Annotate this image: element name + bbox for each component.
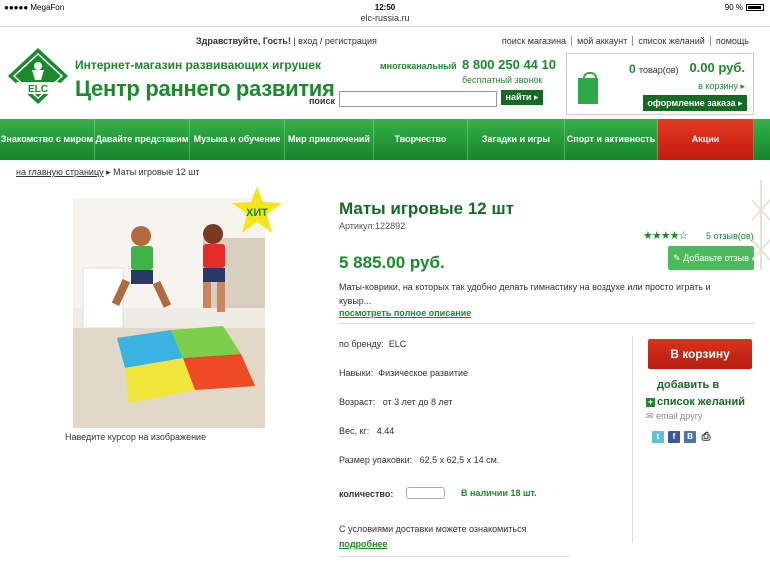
clock: 12:50 bbox=[374, 3, 396, 12]
site-slogan: Интернет-магазин развивающих игрушек bbox=[75, 58, 321, 72]
add-review-button[interactable]: ✎ Добавьте отзыв bbox=[668, 246, 754, 270]
search-button[interactable]: найти ▸ bbox=[501, 90, 543, 105]
nav-label: Давайте представим bbox=[95, 134, 189, 144]
vk-icon[interactable]: B bbox=[684, 431, 696, 443]
divider bbox=[339, 323, 755, 324]
hit-badge-text: ХИТ bbox=[246, 207, 268, 219]
delivery-info: С условиями доставки можете ознакомиться bbox=[339, 524, 527, 534]
attr-value: 62,5 х 62,5 х 14 см. bbox=[419, 455, 500, 465]
product-title: Маты игровые 12 шт bbox=[339, 199, 514, 218]
address-bar[interactable]: elc-russia.ru bbox=[0, 13, 770, 27]
utility-links: поиск магазина мой аккаунт список желаний п… bbox=[496, 36, 754, 46]
attr-label: Размер упаковки: bbox=[339, 455, 413, 465]
battery-indicator: 90 % bbox=[725, 3, 764, 12]
stock-status: В наличии 18 шт. bbox=[461, 488, 537, 498]
product-price: 5 885.00 руб. bbox=[339, 253, 445, 272]
attr-value: 4.44 bbox=[376, 426, 395, 436]
plus-icon: + bbox=[646, 397, 655, 407]
twitter-icon[interactable]: t bbox=[652, 431, 664, 443]
checkout-button[interactable]: оформление заказа ▸ bbox=[643, 95, 747, 111]
decorative-snowflake-icon bbox=[752, 180, 770, 270]
full-description-link[interactable]: посмотреть полное описание bbox=[339, 308, 471, 318]
nav-item-sport[interactable]: Спорт и активность bbox=[565, 119, 658, 160]
nav-label: Спорт и активность bbox=[566, 134, 656, 144]
nav-label: Творчество bbox=[394, 134, 447, 144]
search-label: поиск bbox=[309, 96, 335, 106]
reviews-link[interactable]: 5 отзыв(ов) bbox=[706, 231, 754, 241]
brand-name[interactable]: Центр раннего развития bbox=[75, 76, 335, 102]
cart-count-unit: товар(ов) bbox=[639, 65, 679, 75]
divider bbox=[339, 556, 569, 557]
quantity-input[interactable] bbox=[406, 487, 445, 499]
elc-logo[interactable]: ELC bbox=[6, 46, 70, 106]
attr-value: ELC bbox=[388, 339, 407, 349]
login-link[interactable]: вход / регистрация bbox=[298, 36, 377, 46]
product-sku: Артикул:122892 bbox=[339, 221, 406, 231]
mini-cart: 0 товар(ов) 0.00 руб. в корзину ▸ оформл… bbox=[566, 53, 754, 115]
battery-icon bbox=[746, 4, 764, 12]
add-to-wishlist-link[interactable]: +добавить в список желаний bbox=[646, 377, 757, 411]
cart-count-number: 0 bbox=[629, 62, 636, 76]
nav-label: Акции bbox=[691, 134, 720, 144]
print-icon[interactable]: ⎙ bbox=[700, 431, 712, 443]
free-call-label: бесплатный звонок bbox=[462, 75, 543, 85]
nav-label: Музыка и обучение bbox=[193, 134, 281, 144]
attribute-package-size: Размер упаковки: 62,5 х 62,5 х 14 см. bbox=[339, 455, 499, 465]
shopping-bag-icon bbox=[578, 72, 598, 104]
nav-item-creativity[interactable]: Творчество bbox=[374, 119, 468, 160]
nav-label: Мир приключений bbox=[288, 134, 370, 144]
attribute-skills: Навыки: Физическое развитие bbox=[339, 368, 468, 378]
breadcrumb-separator: ▸ bbox=[106, 167, 111, 177]
nav-label: Загадки и игры bbox=[481, 134, 551, 144]
my-account-link[interactable]: мой аккаунт bbox=[572, 36, 634, 46]
delivery-more-link[interactable]: подробнее bbox=[339, 539, 388, 549]
nav-item-imagine[interactable]: Давайте представим bbox=[95, 119, 190, 160]
greeting-text: Здравствуйте, Гость! bbox=[196, 36, 291, 46]
cart-count: 0 товар(ов) bbox=[629, 62, 679, 76]
greeting: Здравствуйте, Гость! | вход / регистраци… bbox=[196, 36, 377, 46]
nav-item-sale[interactable]: Акции bbox=[658, 119, 754, 160]
attribute-weight: Вес, кг: 4.44 bbox=[339, 426, 394, 436]
attribute-brand: по бренду: ELC bbox=[339, 339, 406, 349]
product-description: Маты-коврики, на которых так удобно дела… bbox=[339, 282, 711, 306]
nav-label: Знакомство с миром bbox=[0, 134, 94, 144]
social-share: t f B ⎙ bbox=[652, 431, 712, 443]
nav-item-puzzles[interactable]: Загадки и игры bbox=[468, 119, 565, 160]
attr-label: Навыки: bbox=[339, 368, 374, 378]
image-hint: Наведите курсор на изображение bbox=[65, 432, 207, 442]
nav-item-world[interactable]: Знакомство с миром bbox=[0, 119, 95, 160]
wishlist-label: добавить в список желаний bbox=[657, 379, 745, 408]
logo-text: ELC bbox=[28, 84, 48, 95]
add-to-cart-button[interactable]: В корзину bbox=[648, 339, 752, 369]
ios-status-bar: ●●●●● MegaFon 12:50 90 % bbox=[0, 0, 770, 14]
attribute-age: Возраст: от 3 лет до 8 лет bbox=[339, 397, 453, 407]
email-friend-link[interactable]: ✉ email другу bbox=[646, 411, 703, 422]
attr-value: Физическое развитие bbox=[378, 368, 469, 378]
quantity-label: количество: bbox=[339, 489, 394, 499]
breadcrumb: на главную страницу ▸ Маты игровые 12 шт bbox=[16, 167, 200, 178]
wishlist-link[interactable]: список желаний bbox=[633, 36, 711, 46]
rating-stars-icon: ★★★★☆ bbox=[643, 230, 688, 242]
attr-value: от 3 лет до 8 лет bbox=[382, 397, 453, 407]
go-to-cart-link[interactable]: в корзину ▸ bbox=[698, 81, 745, 92]
hit-badge: ХИТ bbox=[232, 186, 282, 233]
attr-label: Вес, кг: bbox=[339, 426, 370, 436]
main-nav: Знакомство с миром Давайте представим Му… bbox=[0, 119, 770, 160]
store-search-link[interactable]: поиск магазина bbox=[496, 36, 573, 46]
breadcrumb-home-link[interactable]: на главную страницу bbox=[16, 167, 104, 177]
breadcrumb-current: Маты игровые 12 шт bbox=[113, 167, 200, 177]
cart-sum: 0.00 руб. bbox=[689, 60, 745, 75]
phone-label: многоканальный bbox=[380, 61, 457, 71]
battery-percent: 90 % bbox=[724, 3, 743, 12]
search-input[interactable] bbox=[339, 91, 497, 107]
facebook-icon[interactable]: f bbox=[668, 431, 680, 443]
phone-number: 8 800 250 44 10 bbox=[462, 57, 556, 72]
help-link[interactable]: помощь bbox=[711, 36, 754, 46]
add-review-label: Добавьте отзыв bbox=[683, 253, 749, 263]
nav-item-adventures[interactable]: Мир приключений bbox=[285, 119, 374, 160]
attr-label: по бренду: bbox=[339, 339, 384, 349]
nav-item-music[interactable]: Музыка и обучение bbox=[190, 119, 285, 160]
attr-label: Возраст: bbox=[339, 397, 376, 407]
divider-vertical bbox=[632, 336, 633, 542]
